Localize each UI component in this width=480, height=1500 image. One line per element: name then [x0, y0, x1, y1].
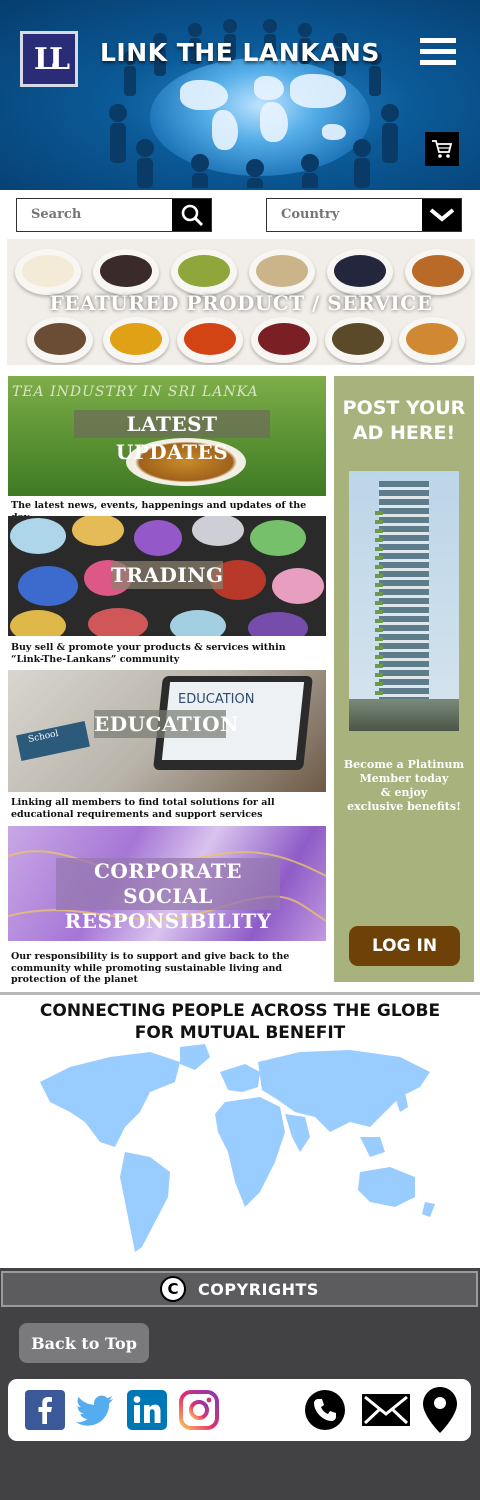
featured-banner[interactable]: FEATURED PRODUCT / SERVICE — [7, 239, 475, 365]
chevron-down-icon[interactable] — [422, 199, 461, 231]
phone-icon[interactable] — [305, 1390, 345, 1430]
facebook-icon[interactable] — [25, 1390, 65, 1430]
ad-panel: POST YOUR AD HERE! Become a Platinum Mem… — [334, 376, 474, 982]
trading-description: Buy sell & promote your products & servi… — [11, 642, 286, 665]
country-input[interactable] — [281, 207, 421, 222]
ad-text: Become a Platinum Member today & enjoy e… — [340, 758, 468, 814]
logo-text: LL — [33, 41, 70, 77]
copyright-icon: C — [160, 1276, 187, 1302]
section-divider — [0, 992, 480, 995]
csr-description: Our responsibility is to support and giv… — [11, 951, 290, 985]
cart-icon[interactable] — [425, 132, 459, 166]
csr-title-line2: RESPONSIBILITY — [64, 909, 272, 933]
ad-text-line2: Member today — [359, 772, 449, 785]
site-header: LL LINK THE LANKANS — [0, 0, 480, 190]
mail-icon[interactable] — [361, 1390, 411, 1430]
ad-text-line4: exclusive benefits! — [347, 800, 461, 813]
location-icon[interactable] — [422, 1386, 462, 1434]
copyright-bar: C COPYRIGHTS — [1, 1271, 478, 1307]
connect-heading-line1: CONNECTING PEOPLE ACROSS THE GLOBE — [39, 1001, 441, 1021]
latest-updates-title: LATEST UPDATES — [74, 410, 270, 464]
trading-title: TRADING — [111, 561, 224, 589]
site-footer: C COPYRIGHTS Back to Top — [0, 1268, 480, 1500]
linkedin-icon[interactable] — [127, 1390, 167, 1430]
social-bar — [8, 1379, 471, 1441]
csr-image[interactable]: CORPORATE SOCIAL RESPONSIBILITY — [8, 826, 326, 941]
csr-title-line1: CORPORATE SOCIAL — [93, 859, 243, 908]
site-logo[interactable]: LL — [20, 31, 78, 87]
ad-text-line3: & enjoy — [380, 786, 428, 799]
tower-image — [349, 471, 459, 731]
ad-text-line1: Become a Platinum — [343, 758, 465, 771]
world-map-image — [40, 1044, 435, 1252]
instagram-icon[interactable] — [179, 1390, 219, 1430]
back-to-top-button[interactable]: Back to Top — [19, 1323, 149, 1363]
education-description: Linking all members to find total soluti… — [11, 797, 275, 820]
connect-heading-line2: FOR MUTUAL BENEFIT — [134, 1023, 346, 1043]
education-title: EDUCATION — [94, 710, 239, 738]
copyright-symbol: C — [167, 1280, 179, 1298]
login-button[interactable]: LOG IN — [349, 926, 460, 966]
connect-heading: CONNECTING PEOPLE ACROSS THE GLOBE FOR M… — [0, 1000, 480, 1044]
trading-image[interactable]: TRADING — [8, 516, 326, 636]
search-input[interactable] — [31, 207, 171, 222]
education-image[interactable]: EDUCATION School EDUCATION — [8, 670, 326, 792]
country-select[interactable] — [266, 198, 462, 232]
search-icon[interactable] — [172, 199, 211, 231]
site-title: LINK THE LANKANS — [100, 38, 380, 67]
copyright-label: COPYRIGHTS — [198, 1279, 319, 1299]
latest-updates-image[interactable]: TEA INDUSTRY IN SRI LANKA LATEST UPDATES — [8, 376, 326, 496]
education-screen-text: EDUCATION — [178, 692, 255, 707]
tea-industry-caption: TEA INDUSTRY IN SRI LANKA — [12, 384, 259, 400]
ad-title-line1: POST YOUR — [342, 397, 466, 419]
csr-title: CORPORATE SOCIAL RESPONSIBILITY — [56, 858, 280, 933]
twitter-icon[interactable] — [75, 1390, 115, 1430]
ad-title-line2: AD HERE! — [352, 422, 456, 444]
featured-title: FEATURED PRODUCT / SERVICE — [49, 291, 433, 315]
hamburger-menu-icon[interactable] — [420, 38, 456, 66]
search-box — [16, 198, 212, 232]
ad-title: POST YOUR AD HERE! — [334, 396, 474, 446]
